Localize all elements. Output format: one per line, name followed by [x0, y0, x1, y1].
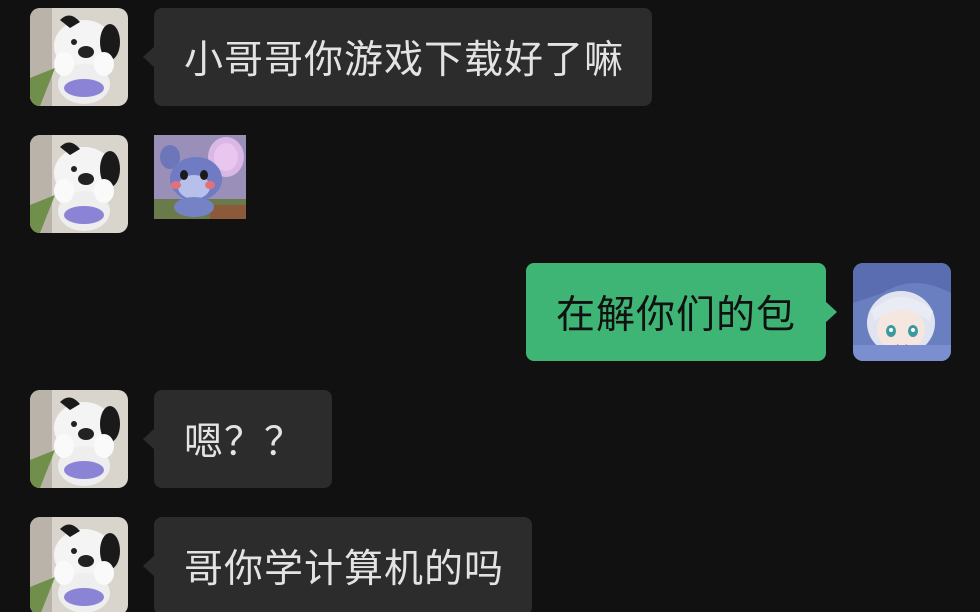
white-puppy-plush-icon [30, 135, 128, 233]
message-bubble-incoming[interactable]: 小哥哥你游戏下载好了嘛 [142, 8, 653, 106]
chat-message-list[interactable]: 小哥哥你游戏下载好了嘛 在解你们的包 嗯？？ 哥你学计算机的吗 [0, 0, 980, 612]
white-puppy-plush-icon [30, 390, 128, 488]
message-text: 哥你学计算机的吗 [184, 547, 505, 592]
message-bubble-outgoing[interactable]: 在解你们的包 [525, 263, 838, 361]
white-puppy-plush-icon [30, 517, 128, 612]
cartoon-mouse-sticker-icon [154, 135, 246, 219]
contact-avatar[interactable] [30, 390, 128, 488]
anime-girl-icon [853, 263, 951, 361]
message-text: 在解你们的包 [555, 293, 796, 338]
message-text: 小哥哥你游戏下载好了嘛 [184, 38, 625, 83]
contact-avatar[interactable] [30, 135, 128, 233]
message-bubble-incoming[interactable]: 哥你学计算机的吗 [142, 517, 533, 612]
white-puppy-plush-icon [30, 8, 128, 106]
message-bubble-incoming[interactable]: 嗯？？ [142, 390, 333, 488]
sticker-message[interactable] [154, 135, 246, 219]
my-avatar[interactable] [853, 263, 951, 361]
contact-avatar[interactable] [30, 8, 128, 106]
contact-avatar[interactable] [30, 517, 128, 612]
message-text: 嗯？？ [184, 420, 305, 465]
